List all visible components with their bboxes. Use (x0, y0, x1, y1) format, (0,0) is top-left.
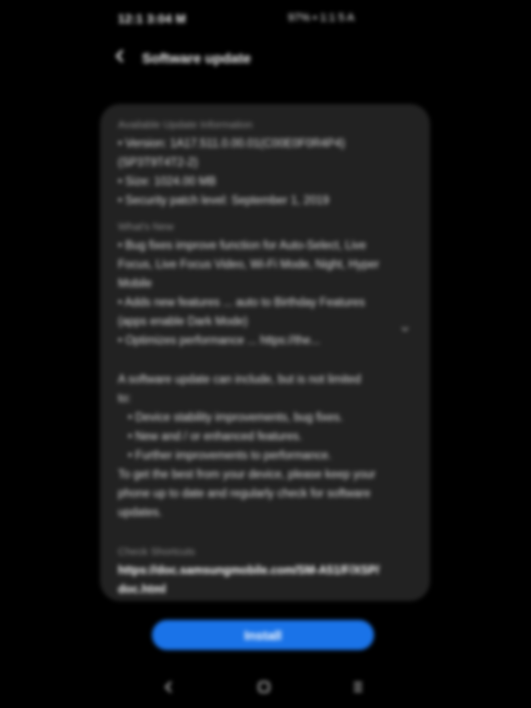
page-title: Software update (142, 50, 251, 66)
whats-new-label: What's New (118, 221, 174, 233)
software-update-intro-cont: to: (118, 393, 131, 405)
available-update-label: Available Update Information (118, 119, 253, 131)
software-update-outro: phone up to date and regularly check for… (118, 488, 371, 500)
chevron-down-icon[interactable] (400, 322, 410, 341)
screen: 12:1 3:04 M 97% ▪ 1:1 5 A Software updat… (0, 0, 531, 708)
navigation-bar (0, 674, 531, 702)
nav-back-icon[interactable] (162, 680, 176, 694)
status-right-text: 97% ▪ 1:1 5 A (288, 12, 355, 24)
back-arrow-icon[interactable] (112, 48, 128, 64)
security-patch-line: • Security patch level: September 1, 201… (118, 195, 330, 207)
status-indicators: 97% ▪ 1:1 5 A (288, 12, 354, 24)
update-bullet: • Device stability improvements, bug fix… (128, 412, 343, 424)
status-bar: 12:1 3:04 M 97% ▪ 1:1 5 A (0, 0, 531, 40)
update-bullet: • New and / or enhanced features. (128, 431, 303, 443)
nav-recents-icon[interactable] (351, 680, 365, 694)
size-line: • Size: 1024.00 MB (118, 176, 216, 188)
version-line: • Version: 1A17.511.0.00.01(C00E0F0R4P4) (118, 138, 345, 150)
install-button[interactable]: Install (152, 620, 374, 650)
update-details-link[interactable]: https://doc.samsungmobile.com/SM-A51/F/X… (118, 562, 412, 581)
update-details-link-cont[interactable]: doc.html (118, 581, 412, 600)
nav-home-icon[interactable] (257, 680, 271, 694)
whats-new-line: Focus, Live Focus Video, Wi-Fi Mode, Nig… (118, 259, 380, 271)
shortcuts-label: Check Shortcuts (118, 546, 196, 558)
update-info-card: Available Update Information • Version: … (100, 104, 430, 601)
software-update-outro: To get the best from your device, please… (118, 469, 376, 481)
whats-new-line: • Optimizes performance ... https://the.… (118, 335, 321, 347)
header: Software update (0, 44, 531, 74)
version-line-cont: (SP3T9T4T2-2) (118, 157, 198, 169)
whats-new-line: Mobile (118, 278, 152, 290)
whats-new-line: (apps enable Dark Mode) (118, 316, 248, 328)
software-update-outro: updates. (118, 507, 163, 519)
update-bullet: • Further improvements to performance. (128, 450, 332, 462)
whats-new-line: • Adds new features ... auto to Birthday… (118, 297, 365, 309)
software-update-intro: A software update can include, but is no… (118, 374, 361, 386)
status-time: 12:1 3:04 M (118, 12, 186, 26)
whats-new-line: • Bug fixes improve function for Auto-Se… (118, 240, 367, 252)
